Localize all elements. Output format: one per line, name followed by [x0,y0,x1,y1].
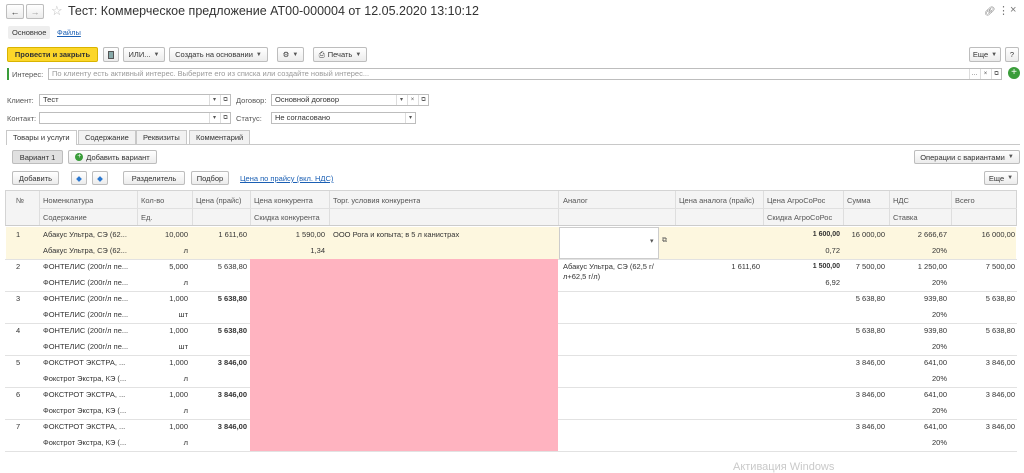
cell-qty[interactable]: 1,000 [137,390,188,400]
cell-agro[interactable]: 1 600,00 [763,230,840,240]
competitor-highlight [250,355,558,387]
cell-unit[interactable]: л [137,374,188,384]
cell-vat[interactable]: 641,00 [889,358,947,368]
cell-qty[interactable]: 1,000 [137,326,188,336]
cell-n[interactable]: 6 [16,390,36,400]
cell-unit[interactable]: л [137,278,188,288]
cell-adisc[interactable]: 0,72 [763,246,840,256]
cell-total[interactable]: 5 638,80 [951,326,1015,336]
cell-analog[interactable]: Абакус Ультра, СЭ (62,5 г/л+62,5 г/л) [563,262,671,284]
cell-nom[interactable]: ФОНТЕЛИС (200г/л пе... [43,326,135,336]
cell-n[interactable]: 3 [16,294,36,304]
cell-rate[interactable]: 20% [889,246,947,256]
cell-total[interactable]: 7 500,00 [951,262,1015,272]
cell-cont[interactable]: Фокстрот Экстра, КЭ (... [43,438,135,448]
cell-vat[interactable]: 1 250,00 [889,262,947,272]
cell-rate[interactable]: 20% [889,310,947,320]
cell-price[interactable]: 1 611,60 [192,230,247,240]
cell-unit[interactable]: л [137,406,188,416]
cell-qty[interactable]: 1,000 [137,358,188,368]
cell-sum[interactable]: 3 846,00 [843,390,885,400]
cell-qty[interactable]: 1,000 [137,294,188,304]
cell-vat[interactable]: 939,80 [889,326,947,336]
cell-cont[interactable]: ФОНТЕЛИС (200г/л пе... [43,310,135,320]
cell-cont[interactable]: Абакус Ультра, СЭ (62... [43,246,135,256]
cell-analog[interactable] [563,230,671,252]
cell-sum[interactable]: 3 846,00 [843,422,885,432]
cell-price[interactable]: 5 638,80 [192,294,247,304]
cell-sum[interactable]: 5 638,80 [843,326,885,336]
cell-rate[interactable]: 20% [889,374,947,384]
cell-rate[interactable]: 20% [889,406,947,416]
cell-qty[interactable]: 1,000 [137,422,188,432]
cell-analog[interactable] [563,390,671,412]
cell-n[interactable]: 1 [16,230,36,240]
cell-aprice[interactable]: 1 611,60 [675,262,760,272]
cell-n[interactable]: 7 [16,422,36,432]
cell-unit[interactable]: л [137,246,188,256]
cell-sum[interactable]: 3 846,00 [843,358,885,368]
cell-vat[interactable]: 641,00 [889,422,947,432]
cell-unit[interactable]: л [137,438,188,448]
cell-unit[interactable]: шт [137,310,188,320]
cell-cprice[interactable]: 1 590,00 [250,230,325,240]
cell-vat[interactable]: 641,00 [889,390,947,400]
cell-cont[interactable]: ФОНТЕЛИС (200г/л пе... [43,278,135,288]
cell-analog[interactable] [563,326,671,348]
cell-price[interactable]: 3 846,00 [192,422,247,432]
cell-analog[interactable] [563,294,671,316]
cell-nom[interactable]: ФОНТЕЛИС (200г/л пе... [43,262,135,272]
cell-nom[interactable]: ФОКСТРОТ ЭКСТРА, ... [43,390,135,400]
cell-nom[interactable]: ФОКСТРОТ ЭКСТРА, ... [43,358,135,368]
cell-vat[interactable]: 2 666,67 [889,230,947,240]
cell-rate[interactable]: 20% [889,438,947,448]
cell-analog[interactable] [563,358,671,380]
cell-total[interactable]: 16 000,00 [951,230,1015,240]
cell-total[interactable]: 3 846,00 [951,390,1015,400]
competitor-highlight [250,323,558,355]
cell-nom[interactable]: Абакус Ультра, СЭ (62... [43,230,135,240]
cell-price[interactable]: 5 638,80 [192,262,247,272]
competitor-highlight [250,387,558,419]
competitor-highlight [250,419,558,451]
cell-vat[interactable]: 939,80 [889,294,947,304]
app-window: ← → ☆ Тест: Коммерческое предложение АТ0… [0,0,1024,473]
cell-adisc[interactable]: 6,92 [763,278,840,288]
cell-total[interactable]: 5 638,80 [951,294,1015,304]
cell-price[interactable]: 3 846,00 [192,358,247,368]
competitor-highlight [250,259,558,291]
cell-sum[interactable]: 7 500,00 [843,262,885,272]
cell-agro[interactable]: 1 500,00 [763,262,840,272]
cell-terms[interactable]: ООО Рога и копыта; в 5 л канистрах [333,230,555,240]
cell-total[interactable]: 3 846,00 [951,358,1015,368]
cell-n[interactable]: 5 [16,358,36,368]
tab-goods-services[interactable]: Товары и услуги [6,130,77,145]
cell-cont[interactable]: Фокстрот Экстра, КЭ (... [43,374,135,384]
cell-sum[interactable]: 5 638,80 [843,294,885,304]
cell-qty[interactable]: 10,000 [137,230,188,240]
cell-nom[interactable]: ФОКСТРОТ ЭКСТРА, ... [43,422,135,432]
cell-qty[interactable]: 5,000 [137,262,188,272]
windows-activation-watermark: Активация Windows [733,461,835,473]
cell-cdisc[interactable]: 1,34 [250,246,325,256]
cell-n[interactable]: 4 [16,326,36,336]
table-body: ▾ ⧉ 1 Абакус Ультра, СЭ (62... 10,000 1 611,6… [0,0,1024,473]
cell-unit[interactable]: шт [137,342,188,352]
cell-cont[interactable]: Фокстрот Экстра, КЭ (... [43,406,135,416]
cell-n[interactable]: 2 [16,262,36,272]
cell-cont[interactable]: ФОНТЕЛИС (200г/л пе... [43,342,135,352]
cell-rate[interactable]: 20% [889,278,947,288]
cell-price[interactable]: 5 638,80 [192,326,247,336]
row-divider [5,451,1017,452]
cell-sum[interactable]: 16 000,00 [843,230,885,240]
cell-total[interactable]: 3 846,00 [951,422,1015,432]
cell-analog[interactable] [563,422,671,444]
cell-rate[interactable]: 20% [889,342,947,352]
competitor-highlight [250,291,558,323]
cell-nom[interactable]: ФОНТЕЛИС (200г/л пе... [43,294,135,304]
cell-price[interactable]: 3 846,00 [192,390,247,400]
